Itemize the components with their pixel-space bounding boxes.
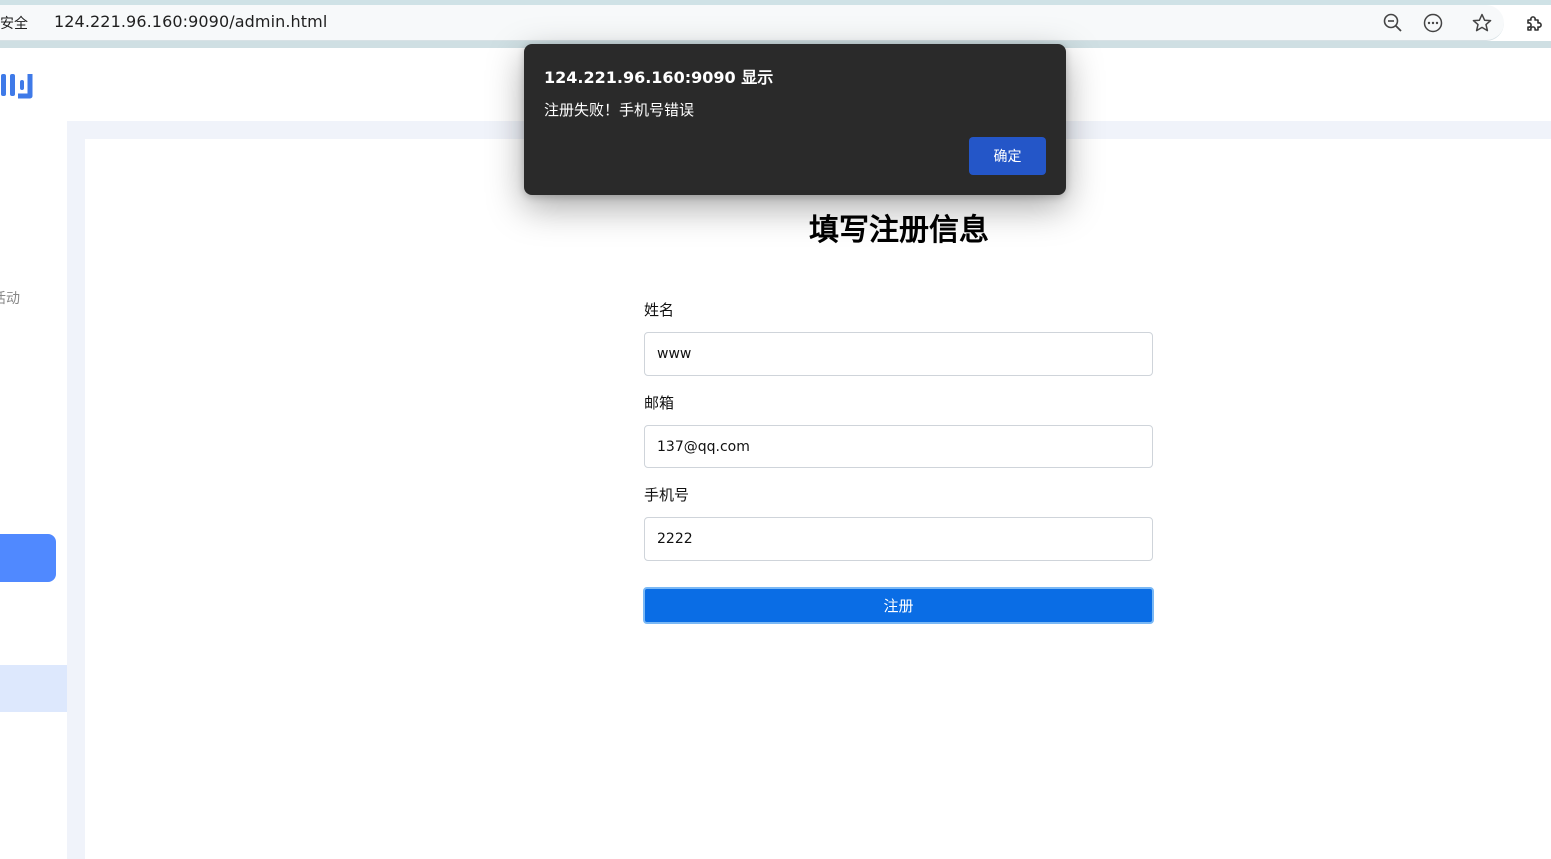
phone-label: 手机号 — [644, 486, 690, 504]
phone-field-group: 手机号 — [644, 485, 1153, 561]
phone-input[interactable] — [644, 517, 1153, 561]
alert-message: 注册失败！手机号错误 — [544, 101, 695, 119]
page-title: 填写注册信息 — [809, 213, 989, 248]
favorite-star-icon[interactable] — [1471, 12, 1493, 34]
alert-title: 124.221.96.160:9090 显示 — [544, 68, 774, 87]
email-field-group: 邮箱 — [644, 393, 1153, 468]
email-input[interactable] — [644, 425, 1153, 468]
zoom-out-icon[interactable] — [1382, 12, 1404, 34]
security-indicator[interactable]: 不安全 — [0, 13, 28, 33]
sidebar-selected-item[interactable] — [0, 665, 67, 712]
sidebar-active-button[interactable] — [0, 534, 56, 582]
extensions-icon[interactable] — [1524, 12, 1546, 34]
content-frame-left — [67, 121, 85, 859]
alert-ok-button[interactable]: 确定 — [969, 137, 1046, 175]
name-label: 姓名 — [644, 301, 675, 319]
name-field-group: 姓名 — [644, 300, 1153, 376]
app-logo[interactable] — [0, 66, 36, 102]
email-label: 邮箱 — [644, 394, 675, 412]
alert-dialog: 124.221.96.160:9090 显示 注册失败！手机号错误 确定 — [524, 44, 1066, 195]
register-button[interactable]: 注册 — [643, 587, 1154, 624]
more-options-icon[interactable] — [1422, 12, 1444, 34]
registration-form: 姓名 邮箱 手机号 — [644, 300, 1153, 581]
name-input[interactable] — [644, 332, 1153, 376]
url-text[interactable]: 124.221.96.160:9090/admin.html — [54, 12, 327, 31]
sidebar-item-activity[interactable]: 活动 — [0, 288, 20, 308]
